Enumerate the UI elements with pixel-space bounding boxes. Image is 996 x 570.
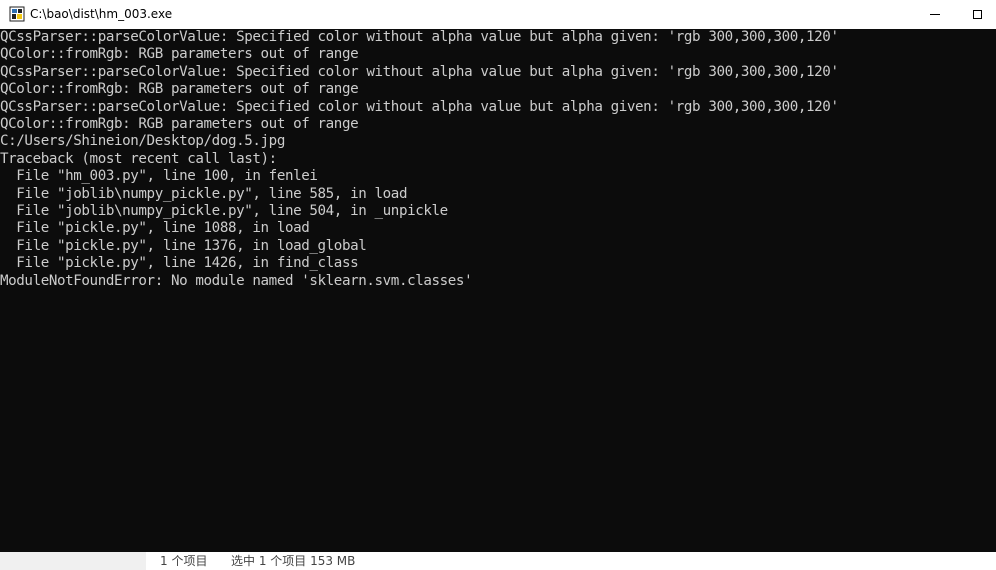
explorer-status-bar: 1 个项目 选中 1 个项目 153 MB	[0, 552, 996, 570]
status-bar-left-pane	[0, 552, 146, 570]
console-line: File "pickle.py", line 1426, in find_cla…	[0, 255, 359, 272]
title-bar[interactable]: C:\bao\dist\hm_003.exe	[0, 0, 996, 29]
console-line: Traceback (most recent call last):	[0, 150, 277, 167]
console-line: QCssParser::parseColorValue: Specified c…	[0, 98, 839, 115]
minimize-button[interactable]	[912, 0, 958, 29]
item-count: 1 个项目	[160, 554, 208, 568]
python-exe-icon	[9, 6, 25, 22]
console-line: File "hm_003.py", line 100, in fenlei	[0, 168, 318, 185]
maximize-icon	[972, 10, 982, 19]
console-window: C:\bao\dist\hm_003.exe QCssParser::parse…	[0, 0, 996, 552]
console-line: QColor::fromRgb: RGB parameters out of r…	[0, 116, 359, 133]
selected-info: 选中 1 个项目 153 MB	[231, 554, 356, 568]
console-line: File "pickle.py", line 1088, in load	[0, 220, 310, 237]
console-output[interactable]: QCssParser::parseColorValue: Specified c…	[0, 29, 996, 552]
maximize-button[interactable]	[958, 0, 996, 29]
console-line: QCssParser::parseColorValue: Specified c…	[0, 63, 839, 80]
console-line: File "joblib\numpy_pickle.py", line 504,…	[0, 203, 448, 220]
console-line: QCssParser::parseColorValue: Specified c…	[0, 29, 839, 45]
window-title: C:\bao\dist\hm_003.exe	[30, 7, 173, 21]
console-line: File "pickle.py", line 1376, in load_glo…	[0, 237, 367, 254]
console-line: ModuleNotFoundError: No module named 'sk…	[0, 272, 473, 289]
console-line: QColor::fromRgb: RGB parameters out of r…	[0, 46, 359, 63]
console-line: C:/Users/Shineion/Desktop/dog.5.jpg	[0, 133, 285, 150]
console-line: QColor::fromRgb: RGB parameters out of r…	[0, 81, 359, 98]
console-line: File "joblib\numpy_pickle.py", line 585,…	[0, 185, 408, 202]
minimize-icon	[930, 14, 940, 15]
